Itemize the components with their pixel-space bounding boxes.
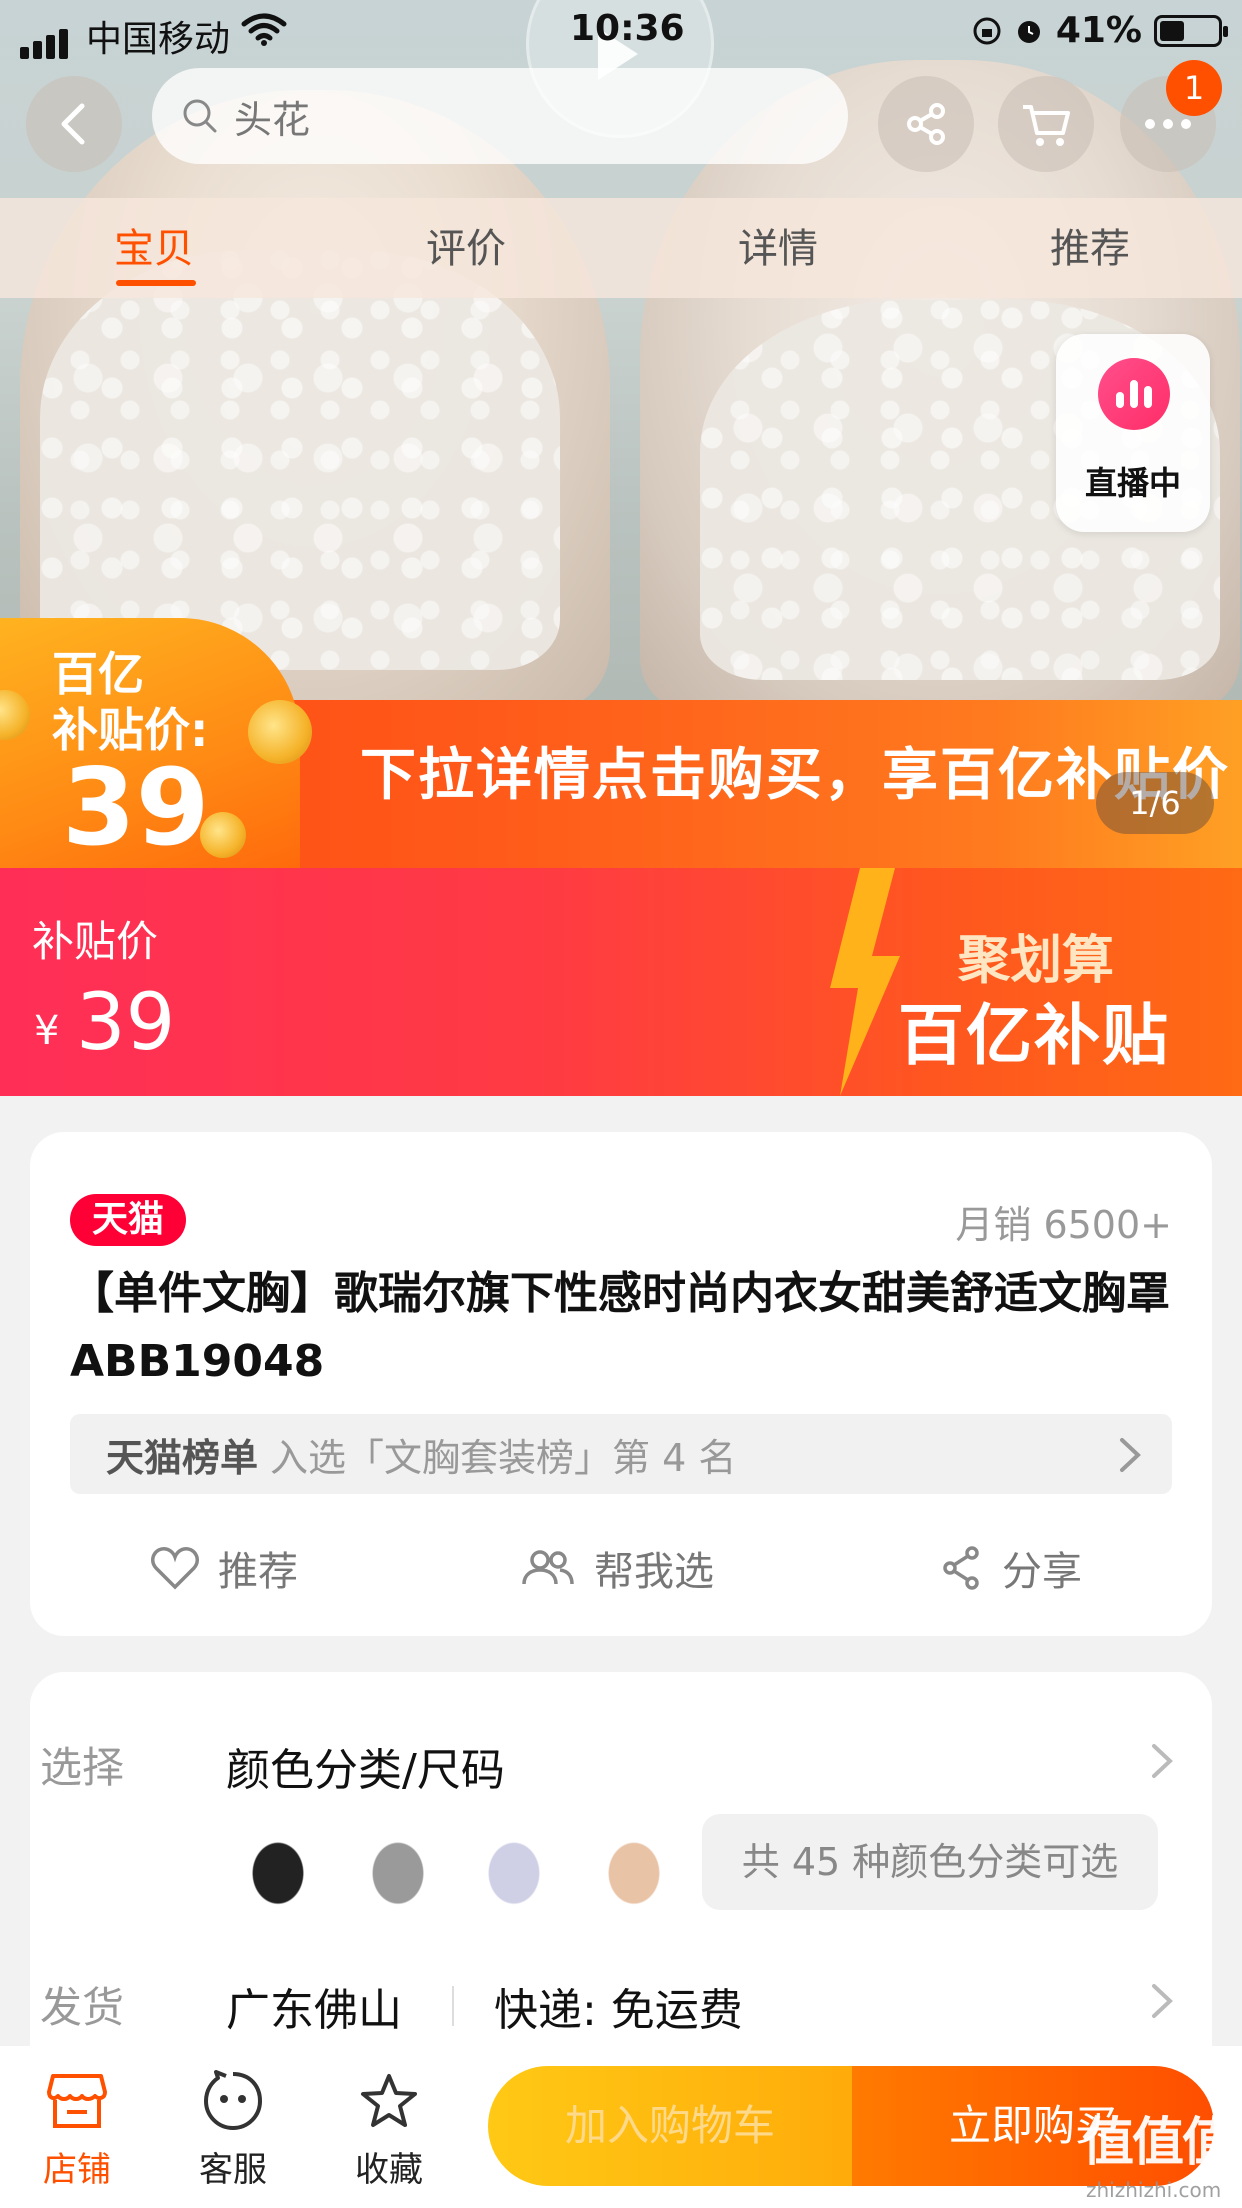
product-actions: 推荐 帮我选 分享 (30, 1528, 1212, 1608)
search-input[interactable]: 头花 (152, 68, 848, 164)
favorite-button[interactable]: 收藏 (324, 2066, 454, 2191)
cart-button[interactable] (998, 76, 1094, 172)
shop-label: 店铺 (43, 2150, 111, 2190)
message-badge: 1 (1166, 60, 1222, 116)
add-to-cart-button[interactable]: 加入购物车 (488, 2066, 852, 2186)
status-bar: 中国移动 10:36 41% (0, 0, 1242, 60)
users-icon (522, 1550, 574, 1585)
share-label: 分享 (1002, 1549, 1082, 1595)
heart-icon (151, 1547, 199, 1590)
recommend-label: 推荐 (218, 1549, 298, 1595)
color-swatch[interactable] (352, 1818, 444, 1910)
bottom-action-bar: 店铺 客服 收藏 加入购物车 立即购买 (0, 2046, 1242, 2208)
select-value[interactable]: 颜色分类/尺码 (226, 1734, 505, 1798)
service-label: 客服 (199, 2150, 267, 2190)
color-count-button[interactable]: 共 45 种颜色分类可选 (702, 1814, 1158, 1910)
customer-service-button[interactable]: 客服 (168, 2066, 298, 2191)
chevron-right-icon[interactable] (1150, 1742, 1174, 1780)
alarm-icon (1017, 20, 1040, 43)
share-button[interactable] (878, 76, 974, 172)
coin-icon (248, 700, 312, 764)
help-choose-label: 帮我选 (594, 1549, 714, 1595)
image-page-indicator: 1/6 (1096, 772, 1214, 834)
live-label: 直播中 (1084, 464, 1181, 502)
help-choose-button[interactable]: 帮我选 (520, 1528, 714, 1608)
live-stream-button[interactable]: 直播中 (1056, 334, 1210, 532)
lace-bra-left (40, 250, 560, 670)
favorite-label: 收藏 (355, 2150, 423, 2190)
ranking-text: 入选「文胸套装榜」第 4 名 (270, 1435, 737, 1480)
active-tab-indicator (116, 280, 196, 286)
battery-percent: 41% (1055, 10, 1142, 51)
battery-icon (1154, 14, 1228, 47)
tab-details[interactable]: 详情 (738, 216, 818, 274)
carrier-name: 中国移动 (86, 19, 231, 60)
tmall-ranking-link[interactable]: 天猫榜单 入选「文胸套装榜」第 4 名 (70, 1414, 1172, 1494)
currency-symbol: ¥ (34, 1008, 60, 1054)
share-icon (907, 103, 945, 145)
subsidy-tag-price: 39 (62, 746, 210, 868)
recommend-button[interactable]: 推荐 (150, 1528, 298, 1608)
select-label: 选择 (40, 1743, 125, 1792)
chevron-left-icon (61, 103, 85, 145)
site-watermark: 值值值 (1082, 2113, 1234, 2173)
divider (452, 1986, 454, 2026)
tab-reviews[interactable]: 评价 (426, 216, 506, 274)
chevron-right-icon (1120, 1438, 1141, 1472)
signal-icon (20, 18, 72, 59)
subsidy-price-label: 补贴价 (32, 917, 159, 966)
billion-subsidy-logo: 百亿补贴 (898, 997, 1170, 1074)
product-title: 【单件文胸】歌瑞尔旗下性感时尚内衣女甜美舒适文胸罩ABB19048 (70, 1268, 1170, 1387)
ship-from: 广东佛山 (226, 1985, 402, 2036)
price-value: 39 (76, 978, 176, 1068)
star-icon (361, 2074, 417, 2127)
chevron-right-icon[interactable] (1150, 1982, 1174, 2020)
store-icon (47, 2074, 107, 2128)
more-dots-icon (1145, 119, 1191, 129)
tab-recommend[interactable]: 推荐 (1050, 216, 1130, 274)
service-face-icon (204, 2070, 262, 2130)
coin-icon (200, 812, 246, 858)
color-swatch[interactable] (468, 1818, 560, 1910)
site-watermark-url: zhizhizhi.com (1086, 2178, 1222, 2202)
cart-icon (1023, 105, 1070, 146)
section-tabs: 宝贝 评价 详情 推荐 (0, 198, 1242, 298)
shipping-label: 发货 (40, 1983, 125, 2032)
price-banner: 补贴价 ¥ 39 聚划算 百亿补贴 (0, 868, 1242, 1096)
clock: 10:36 (570, 8, 685, 49)
tmall-badge: 天猫 (70, 1194, 186, 1246)
share-product-button[interactable]: 分享 (940, 1528, 1082, 1608)
tab-item[interactable]: 宝贝 (114, 216, 194, 274)
shipping-method: 快递: 免运费 (494, 1985, 743, 2036)
product-info-card: 天猫 月销 6500+ 【单件文胸】歌瑞尔旗下性感时尚内衣女甜美舒适文胸罩ABB… (30, 1132, 1212, 1636)
back-button[interactable] (26, 76, 122, 172)
share-icon (943, 1546, 979, 1590)
ranking-brand: 天猫榜单 (106, 1435, 259, 1480)
live-bars-icon (1098, 358, 1170, 430)
search-placeholder: 头花 (234, 97, 311, 142)
shop-button[interactable]: 店铺 (12, 2066, 142, 2191)
search-icon (183, 99, 217, 133)
wifi-icon (240, 12, 288, 57)
orientation-lock-icon (973, 17, 1001, 44)
color-swatch[interactable] (588, 1818, 680, 1910)
color-swatch[interactable] (232, 1818, 324, 1910)
monthly-sales: 月销 6500+ (955, 1203, 1172, 1247)
